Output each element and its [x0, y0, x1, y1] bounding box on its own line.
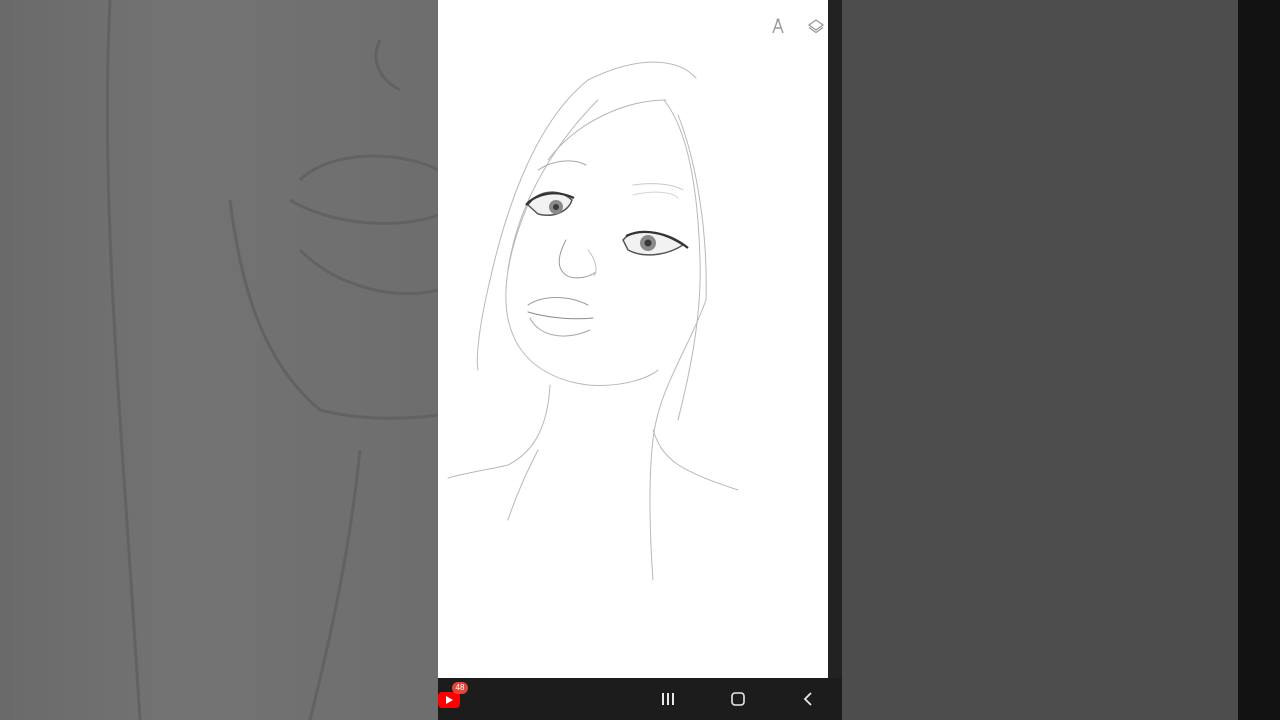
blurred-sketch-zoom — [105, 0, 438, 720]
layers-icon[interactable] — [804, 14, 828, 38]
compass-ruler-icon[interactable] — [766, 14, 790, 38]
portrait-sketch — [447, 61, 739, 581]
blurred-background-left — [0, 0, 438, 720]
navigation-bar: 48 — [438, 678, 842, 720]
recents-icon[interactable] — [656, 687, 680, 711]
notification-badge: 48 — [452, 682, 468, 694]
blurred-background-right — [842, 0, 1280, 720]
drawing-canvas[interactable] — [438, 0, 828, 678]
phone-edge — [828, 0, 842, 678]
back-icon[interactable] — [796, 687, 820, 711]
background-edge — [1238, 0, 1280, 720]
home-icon[interactable] — [726, 687, 750, 711]
phone-screen: 48 — [438, 0, 842, 720]
